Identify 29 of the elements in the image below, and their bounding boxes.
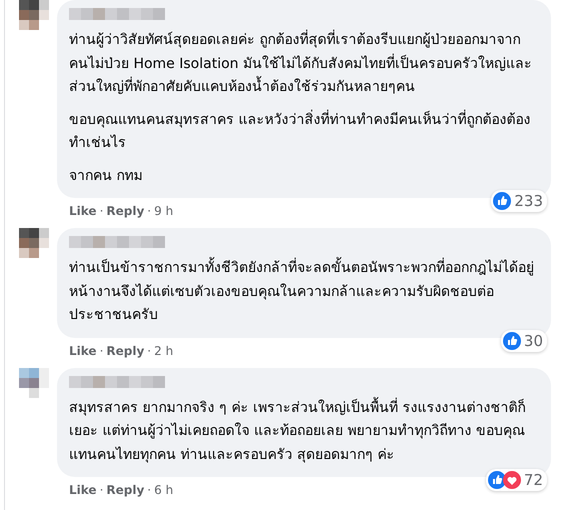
comment-text: ท่านผู้ว่าวิสัยทัศน์สุดยอดเลยค่ะ ถูกต้องที่สุดที่เราต้องรีบแยกผู้ป่วยออกมาจากคนไม่ป่วย Home Isolation มันใช้ไม่ได้กับสังคมไทยที่เป็นครอบครัวใหญ่และส่วนใหญ่ที่พักอาศัยคับแคบห้องน้ำต้องใช้ร่วมกันหลายๆคน [69, 29, 539, 100]
comment-text: ท่านเป็นข้าราชการมาทั้งชีวิตยังกล้าที่จะลดขั้นตอนัพราะพวกที่ออกกฎไม่ได้อยู่หน้างานจึงได้แต่เซบตัวเองขอบคุณในความกล้าและความรับผิดชอบต่อประชาชนครับ [69, 257, 539, 328]
reply-link[interactable]: Reply [106, 344, 144, 358]
comment-time: 6 h [154, 483, 174, 497]
reaction-count: 72 [524, 471, 543, 489]
like-link[interactable]: Like [69, 204, 97, 218]
reaction-badge[interactable]: 72 [486, 469, 547, 491]
reaction-badge[interactable]: 30 [500, 330, 547, 352]
reaction-badge[interactable]: 233 [491, 190, 547, 212]
reply-link[interactable]: Reply [106, 204, 144, 218]
comment-text: ขอบคุณแทนคนสมุทรสาคร และหวังว่าสิ่งที่ท่านทำคงมีคนเห็นว่าที่ถูกต้องต้องทำเช่นไร [69, 108, 532, 153]
like-link[interactable]: Like [69, 483, 97, 497]
comment-text: สมุทรสาคร ยากมากจริง ๆ ค่ะ เพราะส่วนใหญ่เป็นพื้นที่ รงแรงงานต่างชาติก็เยอะ แต่ท่านผู้ว่าไม่เคยถอดใจ และท้อถอยเลย พยายามทำทุกวิถีทาง ขอบคุณแทนคนไทยทุกคน ท่านและครอบครัว สุดยอดมากๆ ค่ะ [69, 396, 539, 467]
separator-dot: · [147, 344, 152, 358]
separator-dot: · [147, 483, 152, 497]
like-link[interactable]: Like [69, 344, 97, 358]
comment-time: 2 h [154, 344, 174, 358]
reaction-count: 233 [514, 192, 543, 210]
reaction-count: 30 [524, 332, 543, 350]
separator-dot: · [100, 204, 104, 218]
thumbs-up-icon [502, 332, 521, 350]
thumbs-up-icon [488, 471, 506, 489]
thumbs-up-icon [493, 192, 512, 210]
separator-dot: · [147, 204, 152, 218]
comment-text: จากคน กทม [69, 166, 144, 186]
comment-time: 9 h [154, 204, 174, 218]
separator-dot: · [100, 344, 104, 358]
reply-link[interactable]: Reply [106, 483, 144, 497]
separator-dot: · [100, 483, 104, 497]
